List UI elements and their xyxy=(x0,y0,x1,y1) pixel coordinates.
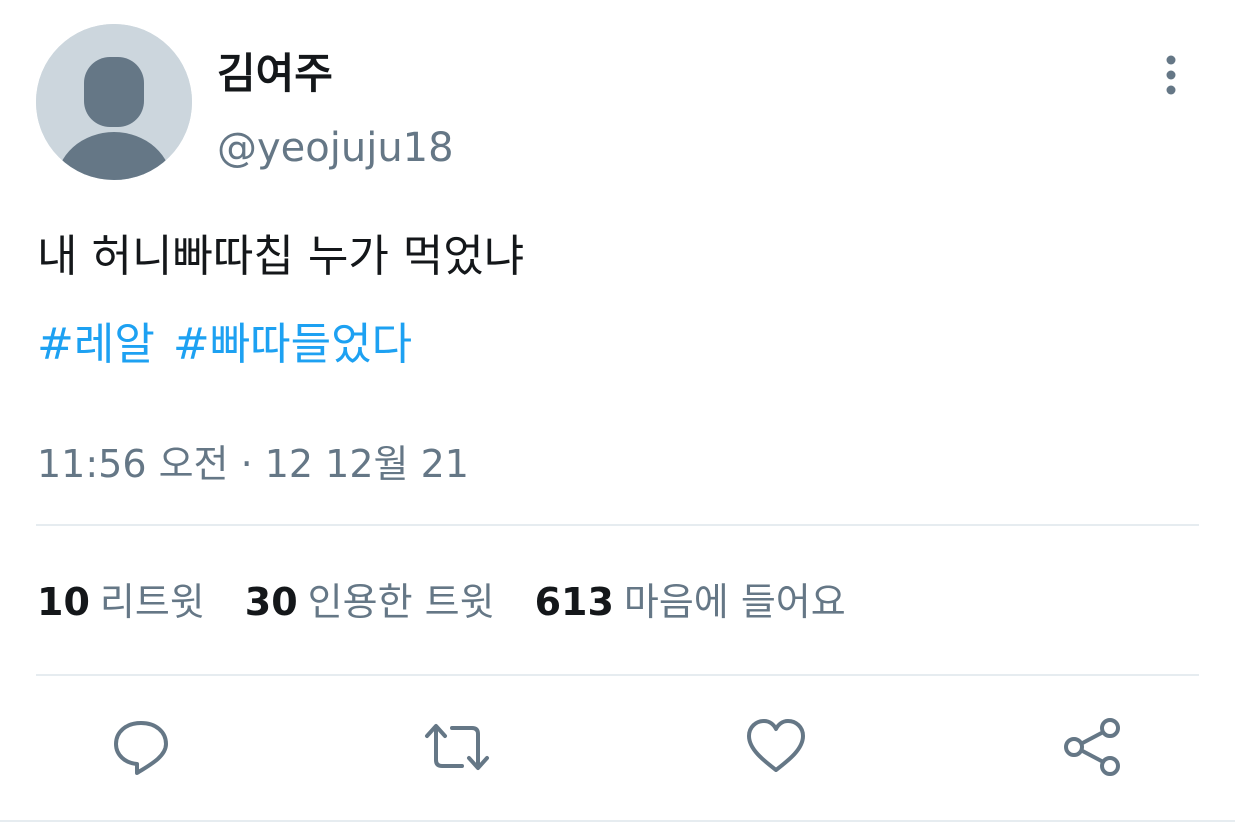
default-profile-icon xyxy=(36,24,192,180)
tweet-stats: 10 리트윗 30 인용한 트윗 613 마음에 들어요 xyxy=(37,572,886,632)
retweet-count: 10 xyxy=(37,580,90,624)
retweet-label: 리트윗 xyxy=(99,580,205,624)
divider xyxy=(36,524,1199,526)
display-name[interactable]: 김여주 xyxy=(217,44,333,104)
divider xyxy=(0,820,1235,822)
retweet-count-link[interactable]: 10 리트윗 xyxy=(37,572,205,632)
user-handle[interactable]: @yeojuju18 xyxy=(217,118,454,178)
retweet-icon xyxy=(425,724,489,770)
quote-count: 30 xyxy=(244,580,298,624)
tweet-timestamp: 11:56 오전 · 12 12월 21 xyxy=(37,442,469,486)
more-vertical-icon[interactable] xyxy=(1150,50,1192,100)
share-button[interactable] xyxy=(1061,714,1127,780)
avatar[interactable] xyxy=(36,24,192,180)
reply-icon xyxy=(114,721,168,775)
like-label: 마음에 들어요 xyxy=(623,580,846,624)
like-button[interactable] xyxy=(743,714,809,780)
quote-count-link[interactable]: 30 인용한 트윗 xyxy=(245,572,495,632)
divider xyxy=(36,674,1199,676)
quote-label: 인용한 트윗 xyxy=(307,580,495,624)
tweet-text: 내 허니빠따칩 누가 먹었냐 xyxy=(37,231,525,282)
like-count: 613 xyxy=(534,580,614,624)
like-count-link[interactable]: 613 마음에 들어요 xyxy=(535,572,846,632)
share-icon xyxy=(1064,718,1120,776)
heart-icon xyxy=(747,719,805,772)
retweet-button[interactable] xyxy=(424,714,490,780)
reply-button[interactable] xyxy=(108,714,174,780)
hashtag-link[interactable]: #레알 xyxy=(37,319,155,370)
hashtag-link[interactable]: #빠따들었다 xyxy=(173,319,412,370)
hashtag-list: #레알 #빠따들었다 xyxy=(37,310,430,380)
tweet-detail: 김여주 @yeojuju18 내 허니빠따칩 누가 먹었냐 #레알 #빠따들었다 … xyxy=(0,0,1235,840)
